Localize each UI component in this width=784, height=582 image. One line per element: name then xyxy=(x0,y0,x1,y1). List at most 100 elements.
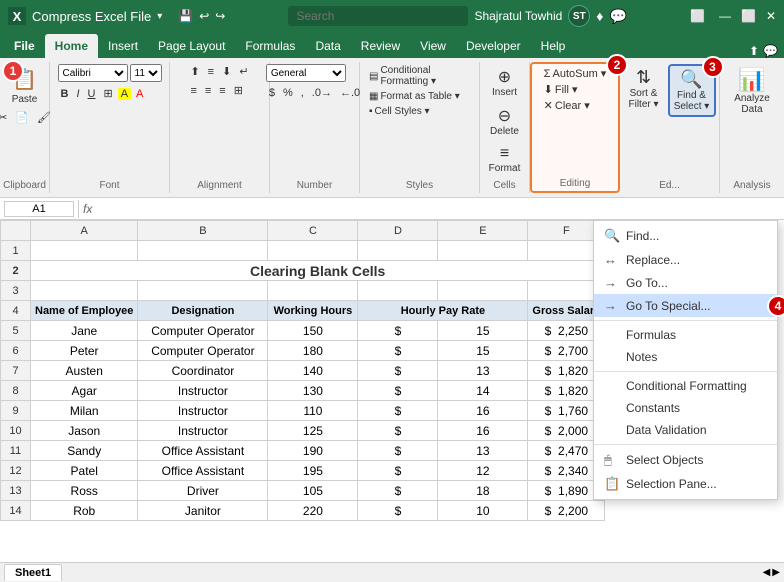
cond-format-item[interactable]: Conditional Formatting xyxy=(594,375,777,397)
selection-pane-item[interactable]: 📋 Selection Pane... xyxy=(594,472,777,496)
underline-button[interactable]: U xyxy=(85,87,99,101)
cell-rate-7[interactable]: 13 xyxy=(438,361,528,381)
row-num-10[interactable]: 10 xyxy=(1,421,31,441)
bold-button[interactable]: B xyxy=(58,87,72,101)
copy-button[interactable]: 📄 xyxy=(12,110,32,125)
cell-hours-8[interactable]: 130 xyxy=(268,381,358,401)
select-objects-item[interactable]: 🖱 Select Objects xyxy=(594,448,777,472)
search-input[interactable] xyxy=(288,6,468,26)
goto-special-item[interactable]: 4 → Go To Special... xyxy=(594,294,777,317)
insert-cells-button[interactable]: ⊕ Insert xyxy=(487,64,523,101)
cell-curr-9[interactable]: $ xyxy=(358,401,438,421)
cell-desig-11[interactable]: Office Assistant xyxy=(138,441,268,461)
col-header-d[interactable]: D xyxy=(358,221,438,241)
formula-input[interactable] xyxy=(96,202,780,216)
clear-button[interactable]: ✕ Clear ▾ xyxy=(541,98,593,113)
tab-home[interactable]: Home xyxy=(45,34,98,58)
comments-ribbon-icon[interactable]: 💬 xyxy=(763,44,778,58)
row-num-9[interactable]: 9 xyxy=(1,401,31,421)
scroll-right-sheets[interactable]: ▶ xyxy=(772,567,780,578)
cell-c1[interactable] xyxy=(268,241,358,261)
dropdown-arrow-icon[interactable]: ▾ xyxy=(157,11,162,22)
cell-rate-11[interactable]: 13 xyxy=(438,441,528,461)
tab-file[interactable]: File xyxy=(4,34,45,58)
share-ribbon-icon[interactable]: ⬆ xyxy=(749,44,759,58)
tab-formulas[interactable]: Formulas xyxy=(235,34,305,58)
row-num-8[interactable]: 8 xyxy=(1,381,31,401)
cell-name-6[interactable]: Peter xyxy=(31,341,138,361)
autosum-button[interactable]: Σ AutoSum ▾ xyxy=(541,66,610,81)
italic-button[interactable]: I xyxy=(73,87,82,101)
cell-desig-5[interactable]: Computer Operator xyxy=(138,321,268,341)
cell-desig-12[interactable]: Office Assistant xyxy=(138,461,268,481)
col-header-c[interactable]: C xyxy=(268,221,358,241)
cell-desig-6[interactable]: Computer Operator xyxy=(138,341,268,361)
border-button[interactable]: ⊞ xyxy=(100,86,115,101)
cell-styles-button[interactable]: ▪ Cell Styles ▾ xyxy=(366,105,433,118)
cell-name-5[interactable]: Jane xyxy=(31,321,138,341)
align-right-button[interactable]: ≡ xyxy=(216,83,228,98)
cell-name-11[interactable]: Sandy xyxy=(31,441,138,461)
col-header-b[interactable]: B xyxy=(138,221,268,241)
comma-button[interactable]: , xyxy=(298,86,307,100)
ribbon-collapse-icon[interactable]: ⬜ xyxy=(690,9,705,23)
maximize-icon[interactable]: ⬜ xyxy=(741,9,756,23)
col-header-a[interactable]: A xyxy=(31,221,138,241)
replace-item[interactable]: ↔ Replace... xyxy=(594,248,777,271)
tab-data[interactable]: Data xyxy=(305,34,350,58)
cell-hours-6[interactable]: 180 xyxy=(268,341,358,361)
cell-curr-6[interactable]: $ xyxy=(358,341,438,361)
cell-desig-8[interactable]: Instructor xyxy=(138,381,268,401)
cell-hours-7[interactable]: 140 xyxy=(268,361,358,381)
cut-button[interactable]: ✂ xyxy=(0,110,10,125)
sheet-tab-sheet1[interactable]: Sheet1 xyxy=(4,564,62,581)
cell-a3[interactable] xyxy=(31,281,138,301)
share-icon[interactable]: ♦ xyxy=(596,8,603,24)
scroll-left-sheets[interactable]: ◀ xyxy=(763,567,771,578)
row-num-1[interactable]: 1 xyxy=(1,241,31,261)
close-icon[interactable]: ✕ xyxy=(766,9,776,23)
name-box[interactable] xyxy=(4,201,74,217)
cell-rate-12[interactable]: 12 xyxy=(438,461,528,481)
tab-insert[interactable]: Insert xyxy=(98,34,148,58)
cell-name-10[interactable]: Jason xyxy=(31,421,138,441)
wrap-text-button[interactable]: ↵ xyxy=(236,64,251,79)
header-name[interactable]: Name of Employee xyxy=(31,301,138,321)
cell-curr-5[interactable]: $ xyxy=(358,321,438,341)
goto-item[interactable]: → Go To... xyxy=(594,271,777,294)
cell-e1[interactable] xyxy=(438,241,528,261)
cell-desig-14[interactable]: Janitor xyxy=(138,501,268,521)
cell-desig-7[interactable]: Coordinator xyxy=(138,361,268,381)
row-num-13[interactable]: 13 xyxy=(1,481,31,501)
undo-icon[interactable]: ↩ xyxy=(199,9,209,23)
format-cells-button[interactable]: ≡ Format xyxy=(485,142,525,177)
cell-d3[interactable] xyxy=(358,281,438,301)
row-num-5[interactable]: 5 xyxy=(1,321,31,341)
cell-title[interactable]: Clearing Blank Cells xyxy=(31,261,605,281)
cell-curr-10[interactable]: $ xyxy=(358,421,438,441)
align-middle-button[interactable]: ≡ xyxy=(205,64,217,79)
row-num-11[interactable]: 11 xyxy=(1,441,31,461)
align-bottom-button[interactable]: ⬇ xyxy=(219,64,234,79)
percent-button[interactable]: % xyxy=(280,86,296,100)
notes-item[interactable]: Notes xyxy=(594,346,777,368)
cell-rate-14[interactable]: 10 xyxy=(438,501,528,521)
cell-curr-12[interactable]: $ xyxy=(358,461,438,481)
redo-icon[interactable]: ↪ xyxy=(215,9,225,23)
cell-gross-14[interactable]: $ 2,200 xyxy=(528,501,605,521)
cell-c3[interactable] xyxy=(268,281,358,301)
constants-item[interactable]: Constants xyxy=(594,397,777,419)
comments-icon[interactable]: 💬 xyxy=(609,8,626,25)
tab-page-layout[interactable]: Page Layout xyxy=(148,34,235,58)
cell-hours-11[interactable]: 190 xyxy=(268,441,358,461)
cell-curr-13[interactable]: $ xyxy=(358,481,438,501)
row-num-7[interactable]: 7 xyxy=(1,361,31,381)
tab-help[interactable]: Help xyxy=(531,34,576,58)
header-hourly-pay[interactable]: Hourly Pay Rate xyxy=(358,301,528,321)
cell-name-12[interactable]: Patel xyxy=(31,461,138,481)
tab-view[interactable]: View xyxy=(410,34,456,58)
cell-d1[interactable] xyxy=(358,241,438,261)
sort-filter-button[interactable]: ⇅ Sort & Filter ▾ xyxy=(624,64,664,113)
analyze-data-button[interactable]: 📊 Analyze Data xyxy=(730,64,774,118)
cell-name-14[interactable]: Rob xyxy=(31,501,138,521)
